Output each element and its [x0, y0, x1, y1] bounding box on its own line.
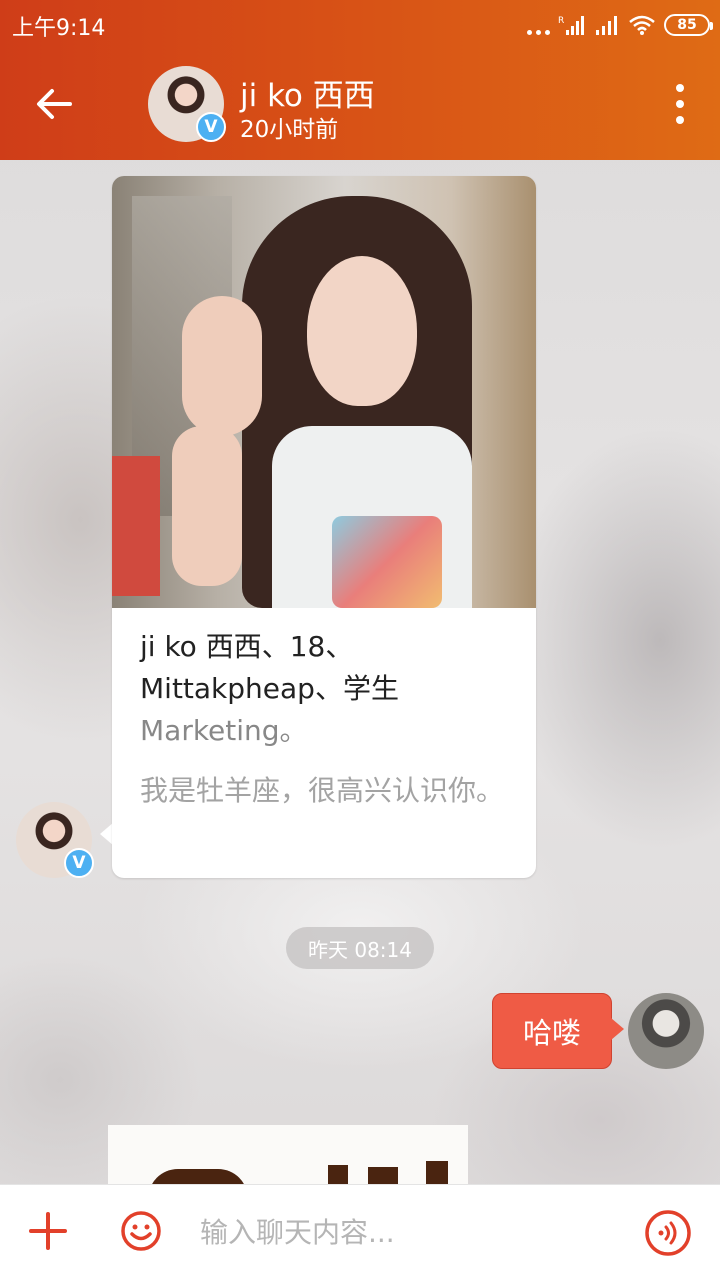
- battery-level: 85: [677, 17, 697, 33]
- more-vertical-icon: [676, 84, 684, 92]
- sender-avatar[interactable]: V: [16, 802, 94, 878]
- arrow-left-icon: [37, 89, 72, 119]
- profile-line-name: ji ko 西西、18、: [140, 630, 354, 663]
- profile-photo[interactable]: [112, 176, 536, 608]
- outgoing-message-bubble[interactable]: 哈喽: [492, 993, 612, 1069]
- message-input-bar: [0, 1184, 720, 1280]
- chat-header: 上午9:14 R 85 V ji ko 西西 20小时前: [0, 0, 720, 160]
- profile-line-major: Marketing。: [140, 714, 308, 747]
- signal-icon: [596, 16, 617, 35]
- profile-card-message[interactable]: ji ko 西西、18、 Mittakpheap、学生 Marketing。 我…: [112, 176, 536, 878]
- voice-wave-icon: [645, 1210, 691, 1256]
- contact-avatar[interactable]: V: [148, 66, 226, 142]
- attach-button[interactable]: [26, 1209, 70, 1253]
- status-time: 上午9:14: [12, 16, 106, 41]
- more-options-button[interactable]: [670, 84, 690, 124]
- message-input[interactable]: [200, 1203, 620, 1261]
- last-seen: 20小时前: [240, 117, 339, 143]
- contact-name: ji ko 西西: [240, 78, 375, 114]
- bubble-tail: [611, 1018, 624, 1040]
- verified-badge-icon: V: [196, 112, 226, 142]
- message-timestamp: 昨天 08:14: [286, 927, 434, 969]
- signal-icon: R: [558, 16, 584, 35]
- notification-dots-icon: [527, 15, 550, 35]
- emoji-button[interactable]: [119, 1209, 163, 1253]
- battery-indicator: 85: [664, 14, 713, 36]
- profile-line-school: Mittakpheap、学生: [140, 672, 399, 705]
- wifi-icon: [629, 15, 655, 35]
- profile-card-text: ji ko 西西、18、 Mittakpheap、学生 Marketing。 我…: [112, 608, 536, 812]
- status-bar: 上午9:14 R 85: [0, 0, 720, 50]
- profile-bio: 我是牡羊座，很高兴认识你。: [140, 774, 505, 807]
- my-avatar[interactable]: [628, 993, 704, 1069]
- smiley-icon: [121, 1211, 161, 1251]
- plus-icon: [29, 1212, 67, 1250]
- voice-button[interactable]: [644, 1209, 692, 1257]
- verified-badge-icon: V: [64, 848, 94, 878]
- status-icons: R 85: [527, 12, 713, 38]
- back-button[interactable]: [28, 80, 80, 128]
- image-message[interactable]: [108, 1125, 468, 1185]
- svg-text:R: R: [558, 16, 564, 26]
